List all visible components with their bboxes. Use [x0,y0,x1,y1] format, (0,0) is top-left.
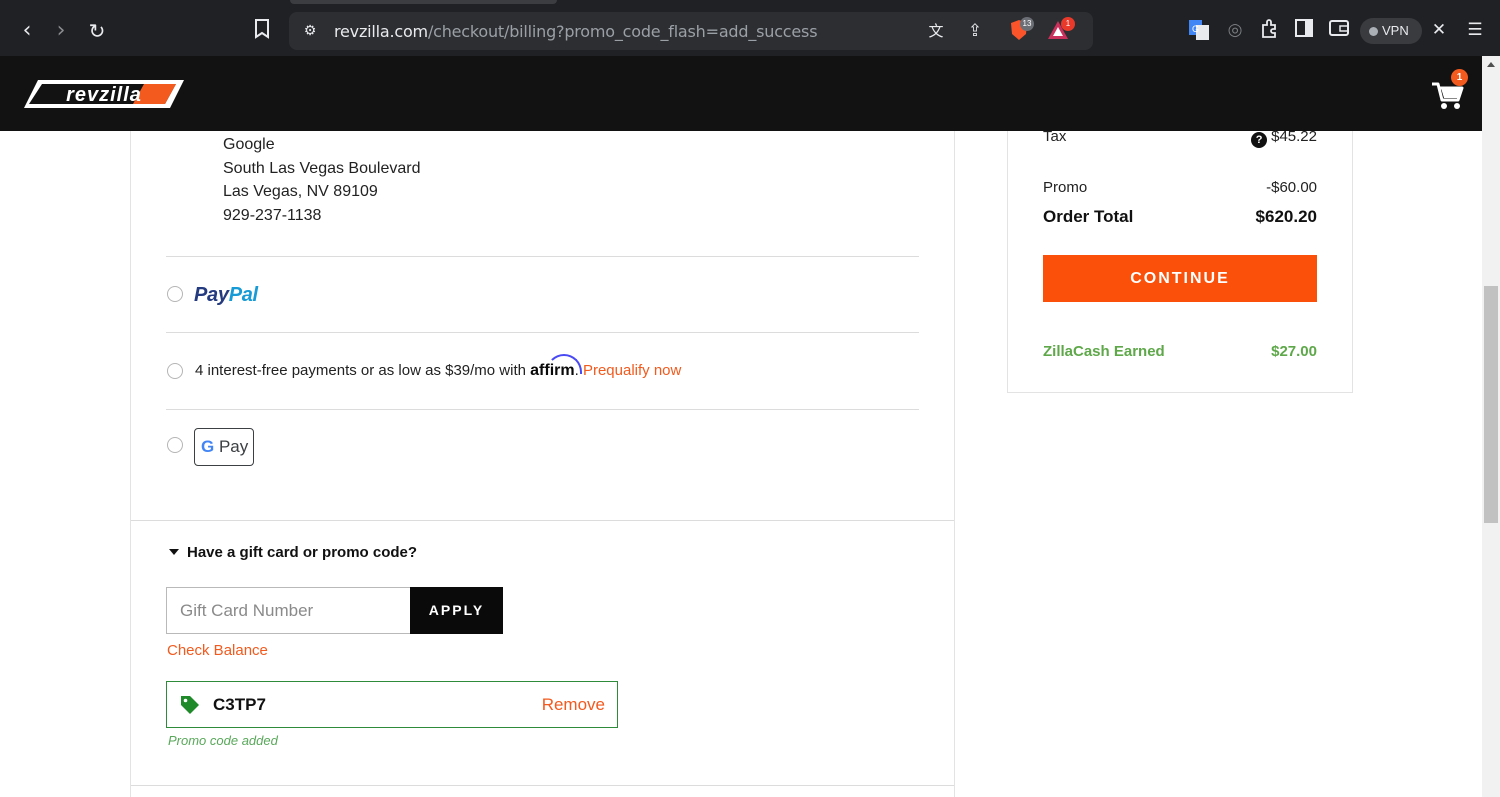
wallet-icon[interactable] [1328,19,1350,43]
promo-code-value: C3TP7 [213,695,266,714]
billing-panel: Google South Las Vegas Boulevard Las Veg… [130,131,955,797]
vpn-label: VPN [1382,23,1409,38]
affirm-text: 4 interest-free payments or as low as $3… [195,362,526,379]
promo-status-message: Promo code added [168,733,278,748]
affirm-radio[interactable] [167,363,183,379]
zillacash-row: ZillaCash Earned $27.00 [1043,343,1317,360]
forward-icon[interactable]: › [47,17,75,45]
google-g-icon: G [201,437,215,456]
address-city: Las Vegas, NV 89109 [223,183,378,200]
google-pay-button[interactable]: G Pay [194,428,254,466]
help-icon[interactable]: ? [1251,132,1268,148]
gift-card-input[interactable]: Gift Card Number [166,587,411,634]
paypal-radio[interactable] [167,286,183,302]
order-total-value: $620.20 [1255,207,1317,226]
paypal-logo[interactable]: PayPal [194,284,258,307]
reload-icon[interactable]: ↻ [83,17,111,45]
affirm-option: 4 interest-free payments or as low as $3… [195,354,681,380]
svg-text:revzilla: revzilla [66,84,142,106]
order-summary: Tax ? $45.22 Promo -$60.00 Order Total $6… [1007,128,1353,393]
promo-row: Promo -$60.00 [1043,179,1317,196]
extensions-icon[interactable] [1258,19,1280,45]
order-total-row: Order Total $620.20 [1043,207,1317,227]
promo-toggle[interactable]: Have a gift card or promo code? [169,544,417,561]
translate-icon[interactable]: 文 [925,20,947,42]
check-balance-link[interactable]: Check Balance [167,642,268,659]
address-phone: 929-237-1138 [223,206,322,224]
divider [166,409,919,410]
scrollbar-thumb[interactable] [1484,286,1498,523]
svg-text:G: G [1192,24,1199,34]
promo-toggle-label: Have a gift card or promo code? [187,544,418,561]
shipping-address: Google South Las Vegas Boulevard Las Veg… [223,133,420,227]
caret-down-icon [169,549,179,555]
applied-promo-box: C3TP7 Remove [166,681,618,728]
apply-button[interactable]: APPLY [410,587,503,634]
brave-rewards-badge: 1 [1061,17,1075,31]
continue-button[interactable]: CONTINUE [1043,255,1317,302]
site-settings-icon[interactable]: ⚙ [299,20,321,42]
gpay-radio[interactable] [167,437,183,453]
order-total-label: Order Total [1043,207,1134,226]
browser-toolbar: ‹ › ↻ ⚙ revzilla.com/checkout/billing?pr… [0,0,1500,56]
vpn-status-dot [1369,27,1378,36]
tag-icon [180,695,200,715]
site-header: revzilla [0,56,1482,131]
zillacash-label: ZillaCash Earned [1043,343,1165,360]
menu-icon[interactable]: ☰ [1464,19,1486,41]
affirm-arc-icon [546,354,583,374]
section-divider [131,785,954,786]
tax-row: Tax ? $45.22 [1043,128,1317,148]
revzilla-logo[interactable]: revzilla [24,76,184,112]
divider [166,256,919,257]
promo-value: -$60.00 [1266,179,1317,196]
scroll-up-arrow-icon[interactable] [1487,62,1495,67]
extension-disabled-icon[interactable]: ◎ [1224,19,1246,41]
page-scrollbar[interactable] [1482,56,1500,797]
divider [166,332,919,333]
tax-label: Tax [1043,128,1067,145]
back-icon[interactable]: ‹ [13,17,41,45]
bookmark-icon[interactable] [252,19,272,45]
tax-value: $45.22 [1271,128,1317,145]
gpay-label: Pay [218,437,249,456]
vpn-button[interactable]: VPN [1360,18,1422,44]
promo-label: Promo [1043,179,1088,196]
tax-value-wrap: ? $45.22 [1251,128,1317,148]
zillacash-value: $27.00 [1271,343,1317,360]
remove-promo-link[interactable]: Remove [542,695,605,715]
share-icon[interactable]: ⇪ [964,20,986,42]
cart-count-badge: 1 [1451,69,1468,86]
address-name: Google [223,136,275,153]
address-street: South Las Vegas Boulevard [223,159,421,177]
sidebar-icon[interactable] [1293,19,1315,43]
prequalify-link[interactable]: Prequalify now [583,362,681,379]
url-text[interactable]: revzilla.com/checkout/billing?promo_code… [334,22,818,41]
url-path: /checkout/billing?promo_code_flash=add_s… [427,22,818,41]
google-translate-icon[interactable]: G [1188,20,1210,46]
affirm-logo: affirm [530,354,583,379]
section-divider [131,520,954,521]
url-host: revzilla.com [334,22,428,41]
active-tab-edge [290,0,557,4]
brave-shield-badge: 13 [1020,17,1034,31]
leo-ai-icon[interactable]: ✕ [1428,19,1450,41]
address-bar[interactable]: ⚙ revzilla.com/checkout/billing?promo_co… [289,12,1093,50]
